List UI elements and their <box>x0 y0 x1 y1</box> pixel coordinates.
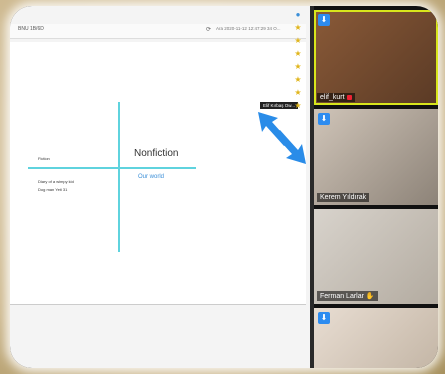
tab-info: Ara 2020-11-12 12:47:29 34 O... <box>216 26 281 31</box>
shared-screen: BNU 1B/6D ⟳ Ara 2020-11-12 12:47:29 34 O… <box>10 6 310 368</box>
star-icon[interactable]: ★ <box>291 21 305 34</box>
t-chart-horizontal-line <box>28 167 196 169</box>
star-icon[interactable]: ★ <box>291 73 305 86</box>
url-text: BNU 1B/6D <box>18 26 44 32</box>
star-icon[interactable]: ★ <box>291 60 305 73</box>
star-icon[interactable]: ★ <box>291 86 305 99</box>
participant-name: Kerem Yıldırak <box>317 193 370 202</box>
pin-icon[interactable]: ⬇ <box>318 312 330 324</box>
fiction-item: Dog man Yeti 31 <box>38 187 68 192</box>
muted-mic-icon <box>346 94 352 100</box>
photo-background: BNU 1B/6D ⟳ Ara 2020-11-12 12:47:29 34 O… <box>0 0 445 374</box>
star-icon[interactable]: ★ <box>291 99 305 112</box>
reload-icon[interactable]: ⟳ <box>206 26 211 33</box>
star-icon[interactable]: ★ <box>291 34 305 47</box>
participant-name: Ferman Larlar ✋ <box>317 291 378 301</box>
raised-hand-icon: ✋ <box>365 293 375 300</box>
fiction-item: Diary of a wimpy kid <box>38 179 74 184</box>
nonfiction-item: Our world <box>138 174 165 180</box>
pin-icon[interactable]: ⬇ <box>318 14 330 26</box>
nonfiction-heading: Nonfiction <box>134 148 179 159</box>
fiction-heading: Fiction <box>38 156 50 161</box>
participant-name: elif_kurt <box>317 93 355 102</box>
participant-video-tile[interactable]: ⬇ elif_kurt <box>314 10 438 105</box>
toggle-icon[interactable]: ● <box>291 8 305 21</box>
video-call-screen: BNU 1B/6D ⟳ Ara 2020-11-12 12:47:29 34 O… <box>10 6 438 368</box>
t-chart-vertical-line <box>118 102 120 252</box>
participant-video-tile[interactable]: ⬇ Kerem Yıldırak <box>314 109 438 205</box>
star-icon[interactable]: ★ <box>291 47 305 60</box>
resize-arrows-icon[interactable] <box>256 110 308 166</box>
pin-icon[interactable]: ⬇ <box>318 113 330 125</box>
browser-address-bar[interactable]: BNU 1B/6D ⟳ Ara 2020-11-12 12:47:29 34 O… <box>10 24 306 39</box>
participant-video-tile[interactable]: ⬇ <box>314 308 438 368</box>
star-toolbar: ● ★ ★ ★ ★ ★ ★ ★ <box>291 8 305 112</box>
participant-video-tile[interactable]: Ferman Larlar ✋ <box>314 209 438 304</box>
